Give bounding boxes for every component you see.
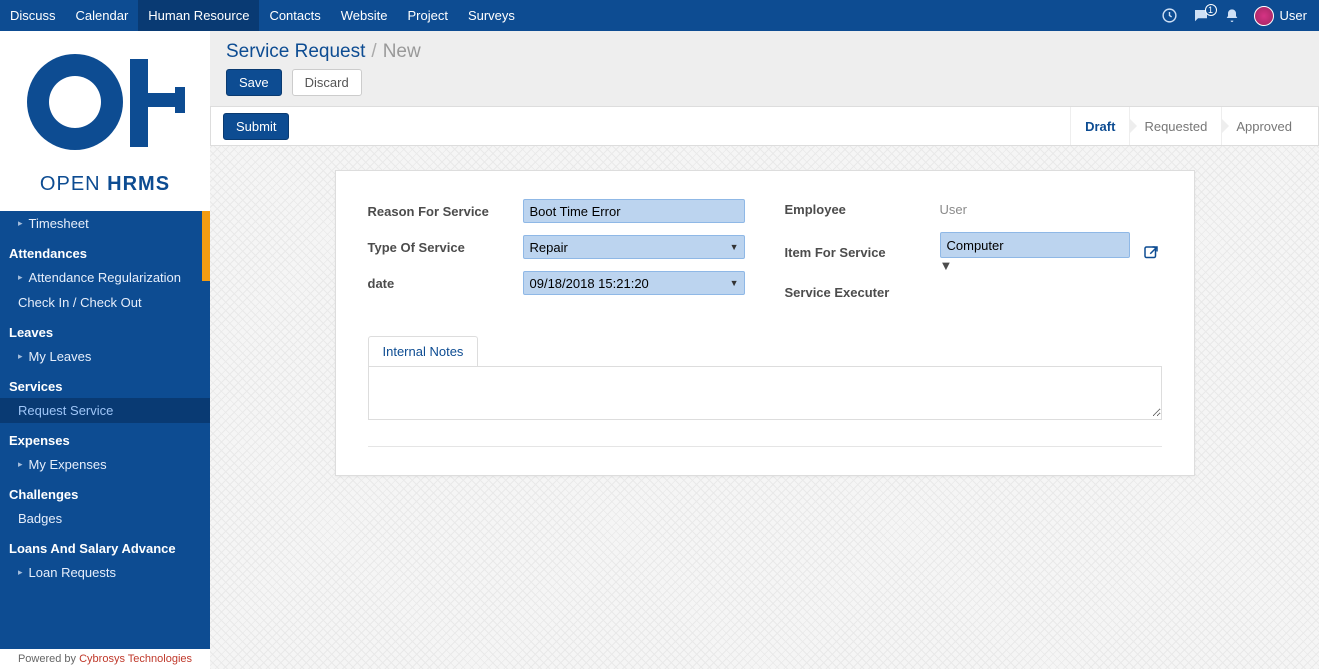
select-type[interactable]	[523, 235, 745, 259]
breadcrumb-root[interactable]: Service Request	[226, 41, 365, 63]
status-step-draft[interactable]: Draft	[1070, 107, 1129, 145]
value-employee: User	[940, 199, 1162, 220]
sidebar-item-timesheet[interactable]: ▸Timesheet	[0, 211, 210, 236]
sidebar-section-leaves: Leaves	[0, 315, 210, 344]
bell-icon[interactable]	[1224, 8, 1240, 24]
divider	[368, 446, 1162, 447]
external-link-icon[interactable]	[1140, 242, 1162, 264]
label-executer: Service Executer	[785, 285, 940, 300]
nav-calendar[interactable]: Calendar	[66, 0, 139, 31]
sidebar-section-loans: Loans And Salary Advance	[0, 531, 210, 560]
label-type: Type Of Service	[368, 240, 523, 255]
nav-website[interactable]: Website	[331, 0, 398, 31]
tabs: Internal Notes	[368, 336, 1162, 420]
sidebar-item-my-leaves[interactable]: ▸My Leaves	[0, 344, 210, 369]
tab-internal-notes[interactable]: Internal Notes	[368, 336, 479, 366]
content-area: Reason For Service Type Of Service ▼ dat…	[210, 146, 1319, 669]
submit-button[interactable]: Submit	[223, 113, 289, 140]
menu: ▸Timesheet Attendances ▸Attendance Regul…	[0, 211, 210, 649]
input-reason[interactable]	[523, 199, 745, 223]
sidebar-item-attendance-reg[interactable]: ▸Attendance Regularization	[0, 265, 210, 290]
logo-text: OPEN HRMS	[0, 173, 210, 196]
label-date: date	[368, 276, 523, 291]
status-step-requested[interactable]: Requested	[1129, 107, 1221, 145]
action-row: Save Discard	[210, 69, 1319, 106]
label-item: Item For Service	[785, 245, 940, 260]
top-nav: Discuss Calendar Human Resource Contacts…	[0, 0, 1319, 31]
breadcrumb: Service Request / New	[210, 31, 1319, 69]
chat-icon[interactable]: 1	[1192, 7, 1210, 25]
breadcrumb-sep: /	[371, 41, 376, 63]
sidebar-section-challenges: Challenges	[0, 477, 210, 506]
user-name: User	[1280, 8, 1307, 23]
form-card: Reason For Service Type Of Service ▼ dat…	[335, 170, 1195, 476]
top-nav-left: Discuss Calendar Human Resource Contacts…	[0, 0, 525, 31]
input-item[interactable]	[940, 232, 1130, 258]
discard-button[interactable]: Discard	[292, 69, 362, 96]
nav-contacts[interactable]: Contacts	[259, 0, 330, 31]
label-employee: Employee	[785, 202, 940, 217]
save-button[interactable]: Save	[226, 69, 282, 96]
footer: Powered by Cybrosys Technologies	[0, 649, 210, 669]
chat-badge: 1	[1205, 4, 1217, 16]
sidebar-item-my-expenses[interactable]: ▸My Expenses	[0, 452, 210, 477]
main: Service Request / New Save Discard Submi…	[210, 31, 1319, 669]
nav-human-resource[interactable]: Human Resource	[138, 0, 259, 31]
label-reason: Reason For Service	[368, 204, 523, 219]
sidebar-item-badges[interactable]: Badges	[0, 506, 210, 531]
clock-icon[interactable]	[1161, 7, 1178, 24]
input-date[interactable]	[523, 271, 745, 295]
status-bar: Submit Draft Requested Approved	[210, 106, 1319, 146]
nav-discuss[interactable]: Discuss	[0, 0, 66, 31]
avatar	[1254, 6, 1274, 26]
textarea-internal-notes[interactable]	[369, 367, 1161, 417]
sidebar: OPEN HRMS ▸Timesheet Attendances ▸Attend…	[0, 31, 210, 669]
sidebar-item-checkin[interactable]: Check In / Check Out	[0, 290, 210, 315]
sidebar-item-request-service[interactable]: Request Service	[0, 398, 210, 423]
sidebar-section-services: Services	[0, 369, 210, 398]
value-executer	[940, 290, 1162, 296]
logo: OPEN HRMS	[0, 31, 210, 211]
footer-brand-link[interactable]: Cybrosys Technologies	[79, 653, 192, 665]
top-nav-right: 1 User	[1161, 0, 1319, 31]
status-steps: Draft Requested Approved	[1070, 107, 1306, 145]
sidebar-section-attendances: Attendances	[0, 236, 210, 265]
sidebar-item-loan-requests[interactable]: ▸Loan Requests	[0, 560, 210, 585]
nav-project[interactable]: Project	[397, 0, 457, 31]
sidebar-section-expenses: Expenses	[0, 423, 210, 452]
logo-icon	[20, 47, 190, 167]
user-menu[interactable]: User	[1254, 6, 1307, 26]
nav-surveys[interactable]: Surveys	[458, 0, 525, 31]
status-step-approved[interactable]: Approved	[1221, 107, 1306, 145]
breadcrumb-current: New	[383, 41, 421, 63]
scroll-indicator	[202, 211, 210, 281]
chevron-down-icon: ▼	[940, 258, 953, 273]
